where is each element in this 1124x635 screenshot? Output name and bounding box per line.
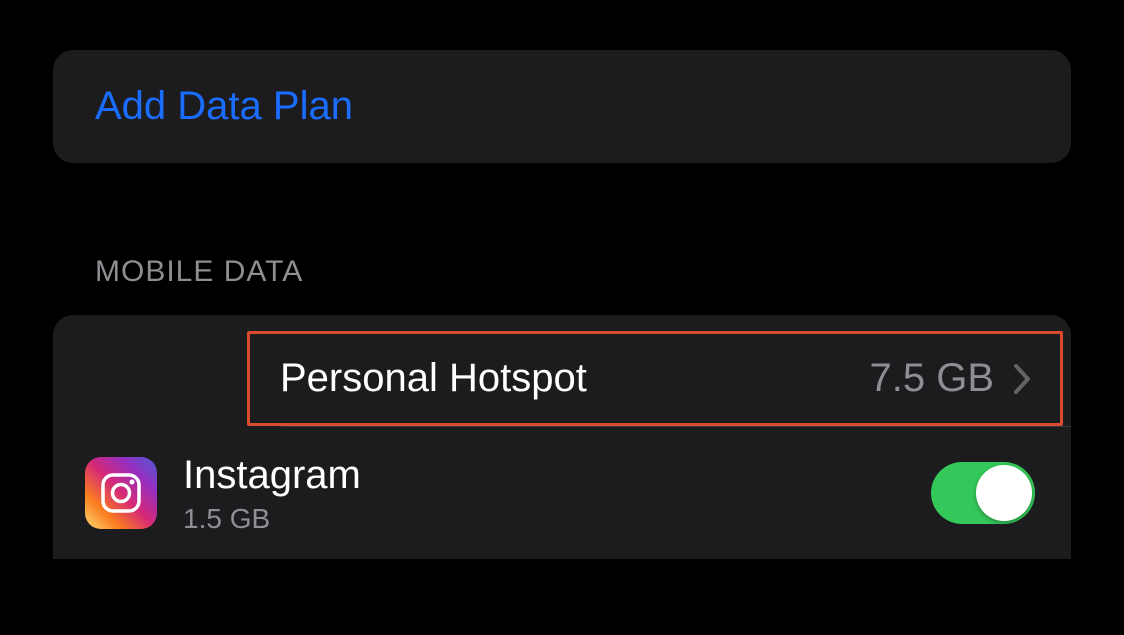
highlight-annotation: Personal Hotspot 7.5 GB: [247, 331, 1063, 426]
personal-hotspot-row[interactable]: Personal Hotspot 7.5 GB: [250, 334, 1060, 423]
instagram-row: Instagram 1.5 GB: [53, 427, 1071, 559]
chevron-right-icon: [1014, 364, 1032, 394]
mobile-data-section-header: MOBILE DATA: [95, 255, 1071, 289]
add-data-plan-card[interactable]: Add Data Plan: [53, 50, 1071, 163]
instagram-icon: [85, 457, 157, 529]
mobile-data-card: Personal Hotspot 7.5 GB Instagram 1.5 GB: [53, 315, 1071, 559]
personal-hotspot-value: 7.5 GB: [869, 356, 994, 401]
instagram-toggle[interactable]: [931, 462, 1035, 524]
instagram-info: Instagram 1.5 GB: [183, 451, 931, 535]
add-data-plan-link: Add Data Plan: [95, 84, 353, 129]
toggle-knob: [976, 465, 1032, 521]
personal-hotspot-label: Personal Hotspot: [280, 356, 869, 401]
instagram-usage: 1.5 GB: [183, 503, 931, 535]
instagram-name: Instagram: [183, 451, 931, 499]
